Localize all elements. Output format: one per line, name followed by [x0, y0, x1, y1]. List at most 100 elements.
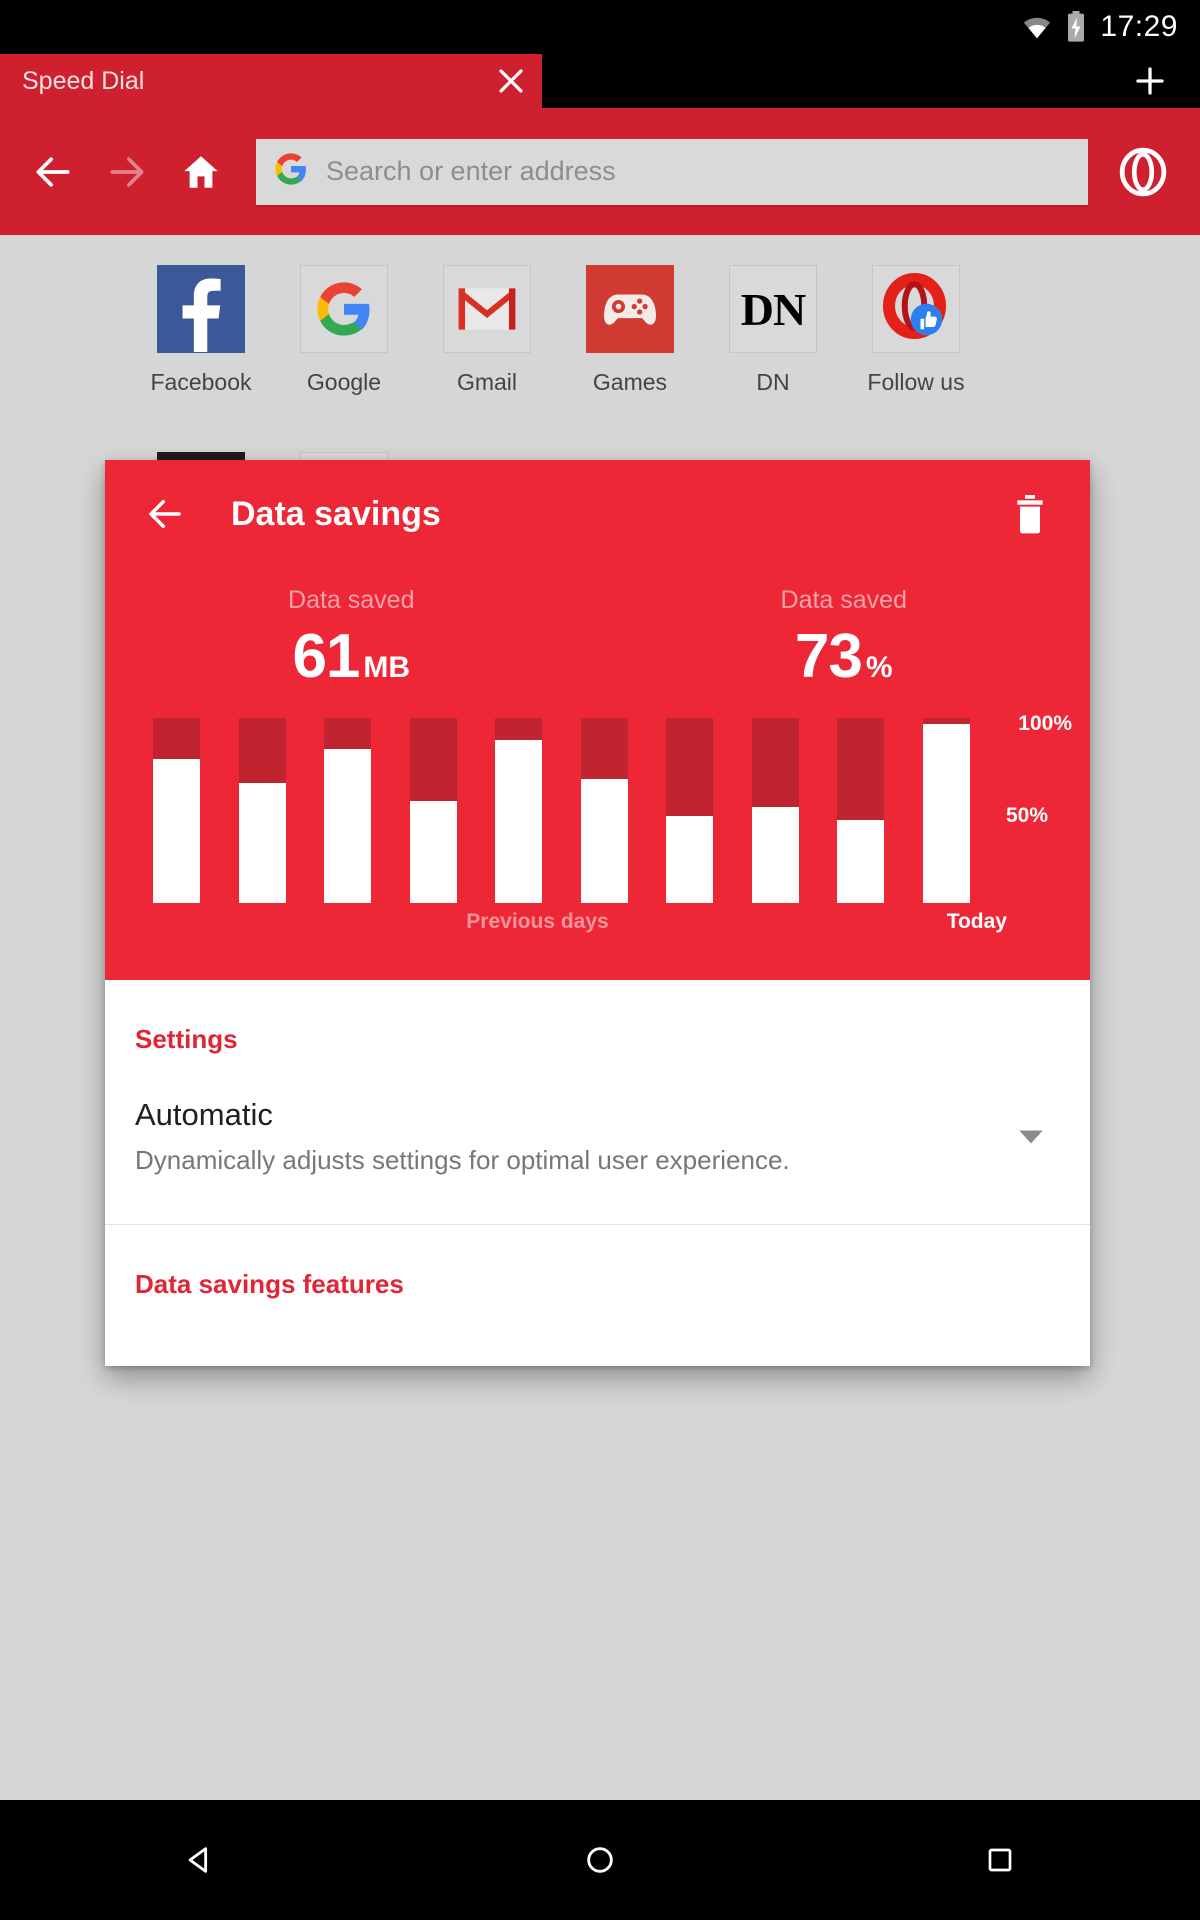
data-savings-features-section[interactable]: Data savings features [105, 1225, 1090, 1366]
status-bar: 17:29 [0, 0, 1200, 54]
square-recents-icon [988, 1848, 1012, 1872]
dialog-title: Data savings [231, 494, 441, 533]
trash-icon [1017, 495, 1043, 534]
chart-bar-saved-fill [324, 749, 372, 903]
stat-data-saved-mb: Data saved 61 MB [105, 568, 598, 718]
speed-dial-item-google[interactable]: Google [300, 265, 388, 396]
google-g-icon [300, 265, 388, 353]
opera-o-icon [1119, 147, 1167, 196]
arrow-back-icon [149, 500, 181, 528]
chart-bar-saved-fill [751, 806, 799, 903]
speed-dial-item-gmail[interactable]: Gmail [443, 265, 531, 396]
chart-bar [153, 718, 200, 903]
stat-number: 73 [794, 622, 863, 691]
close-icon[interactable] [480, 54, 542, 108]
stats-row: Data saved 61 MB Data saved 73 % [105, 568, 1090, 718]
speed-dial-label: DN [756, 369, 790, 395]
status-bar-clock: 17:29 [1100, 10, 1178, 43]
stat-unit: % [865, 651, 893, 684]
opera-menu-button[interactable] [1102, 131, 1184, 213]
device-screen: 17:29 Speed Dial Search or enter address… [0, 0, 1200, 1920]
data-savings-mode-selector[interactable]: Automatic Dynamically adjusts settings f… [105, 1055, 1090, 1224]
stat-unit: MB [363, 651, 411, 684]
chart-bar [751, 718, 799, 903]
settings-section-header: Settings [135, 1024, 238, 1054]
nav-recents-button[interactable] [940, 1800, 1060, 1920]
chart-bar [238, 718, 286, 903]
chart-bars [153, 718, 970, 903]
tab-strip: Speed Dial [0, 54, 1200, 108]
stat-data-saved-percent: Data saved 73 % [598, 568, 1091, 718]
dialog-back-button[interactable] [133, 482, 197, 546]
chart-axis-label-100: 100% [1018, 712, 1072, 735]
chart-bar [666, 718, 714, 903]
gamepad-icon [586, 265, 674, 353]
back-button[interactable] [16, 135, 90, 209]
chart-caption-today: Today [946, 910, 1007, 933]
stat-value: 73 % [795, 621, 893, 692]
chart-bar-saved-fill [580, 779, 628, 903]
chart-bar [495, 718, 543, 903]
speed-dial-item-follow-us[interactable]: Follow us [867, 265, 965, 396]
dn-icon: DN [729, 265, 817, 353]
home-icon [184, 155, 218, 188]
search-input-placeholder: Search or enter address [326, 156, 616, 186]
wifi-icon [1022, 14, 1052, 40]
speed-dial-item-facebook[interactable]: Facebook [151, 265, 252, 396]
stat-label: Data saved [288, 586, 415, 614]
speed-dial-label: Google [306, 369, 382, 395]
features-section-header: Data savings features [135, 1269, 404, 1299]
facebook-icon [157, 265, 245, 353]
gmail-icon [443, 265, 531, 353]
browser-tab[interactable]: Speed Dial [0, 54, 542, 108]
triangle-back-icon [188, 1847, 208, 1873]
opera-follow-icon [872, 265, 960, 353]
data-savings-chart: 100% 50% Previous days Today [105, 712, 1090, 948]
mode-title: Automatic [135, 1097, 273, 1132]
new-tab-button[interactable] [1100, 54, 1200, 108]
stat-number: 61 [292, 622, 360, 691]
circle-home-icon [587, 1847, 613, 1873]
chart-bar-saved-fill [153, 758, 200, 903]
dialog-header: Data savings Data saved 61 MB Data saved… [105, 460, 1090, 980]
speed-dial-row-1: Facebook Google Gmail Games DN DN Follow… [151, 235, 1200, 396]
chart-bar [580, 718, 628, 903]
battery-charging-icon [1066, 11, 1086, 43]
speed-dial-label: Facebook [150, 369, 252, 395]
arrow-forward-icon [110, 156, 144, 187]
plus-icon [1136, 67, 1164, 95]
chart-bar [922, 718, 970, 903]
speed-dial-label: Gmail [456, 369, 518, 395]
speed-dial-item-dn[interactable]: DN DN [729, 265, 817, 396]
chart-axis-label-50: 50% [1005, 804, 1048, 827]
chart-bar [837, 718, 885, 903]
nav-back-button[interactable] [140, 1800, 260, 1920]
chart-bar-saved-fill [837, 819, 885, 903]
dialog-toolbar: Data savings [105, 460, 1090, 568]
search-input[interactable]: Search or enter address [256, 138, 1088, 205]
chart-bar-saved-fill [495, 740, 543, 903]
chart-bar-saved-fill [922, 723, 970, 903]
android-nav-bar [0, 1800, 1200, 1920]
mode-texts: Automatic Dynamically adjusts settings f… [135, 1097, 1016, 1176]
chart-bar-saved-fill [409, 801, 457, 903]
speed-dial-label: Follow us [867, 369, 965, 395]
dialog-body: Settings Automatic Dynamically adjusts s… [105, 980, 1090, 1366]
stat-label: Data saved [780, 586, 907, 614]
chart-caption-previous-days: Previous days [466, 910, 609, 933]
mode-subtitle: Dynamically adjusts settings for optimal… [135, 1145, 790, 1175]
chart-bar-saved-fill [238, 782, 286, 903]
stat-value: 61 MB [292, 621, 410, 692]
home-button[interactable] [164, 135, 238, 209]
forward-button [90, 135, 164, 209]
chevron-down-icon[interactable] [1016, 1122, 1046, 1152]
speed-dial-label: Games [592, 369, 668, 395]
tab-title: Speed Dial [22, 66, 145, 95]
speed-dial-item-games[interactable]: Games [586, 265, 674, 396]
address-bar: Search or enter address [0, 108, 1200, 235]
chart-bar [409, 718, 457, 903]
arrow-back-icon [36, 156, 70, 187]
clear-data-button[interactable] [998, 482, 1062, 546]
nav-home-button[interactable] [540, 1800, 660, 1920]
data-savings-dialog: Data savings Data saved 61 MB Data saved… [105, 460, 1090, 1366]
